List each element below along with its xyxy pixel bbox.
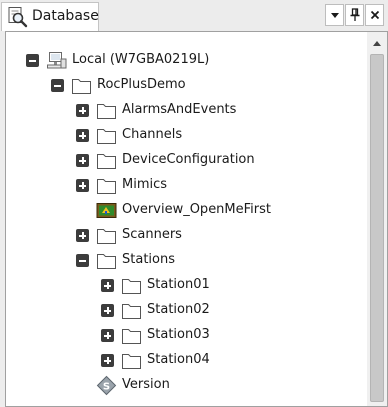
- tree-item-label: Overview_OpenMeFirst: [122, 202, 271, 217]
- close-icon: [370, 10, 379, 20]
- folder-icon: [96, 225, 117, 246]
- pin-icon: [350, 8, 359, 21]
- expand-icon[interactable]: [76, 129, 89, 142]
- tree-item-alarmsandevents[interactable]: AlarmsAndEvents: [6, 99, 366, 121]
- tree-item-mimics[interactable]: Mimics: [6, 174, 366, 196]
- tree-item-station03[interactable]: Station03: [6, 324, 366, 346]
- database-tree[interactable]: Local (W7GBA0219L) RocPlusDemo AlarmsAndEv…: [6, 32, 366, 406]
- tree-item-label: Stations: [122, 252, 175, 267]
- expand-icon[interactable]: [101, 354, 114, 367]
- tree-item-label: Station04: [147, 352, 210, 367]
- tree-item-label: DeviceConfiguration: [122, 152, 255, 167]
- folder-icon: [96, 150, 117, 171]
- dropdown-button[interactable]: [325, 4, 344, 26]
- collapse-icon[interactable]: [51, 79, 64, 92]
- tree-item-rocplusdemo[interactable]: RocPlusDemo: [6, 74, 366, 96]
- folder-icon: [121, 275, 142, 296]
- tab-database[interactable]: Database: [1, 2, 99, 31]
- folder-icon: [71, 75, 92, 96]
- panel-title: Database: [32, 8, 99, 24]
- folder-icon: [121, 300, 142, 321]
- expand-icon[interactable]: [76, 229, 89, 242]
- scroll-up-arrow-icon[interactable]: [367, 36, 387, 50]
- folder-icon: [121, 325, 142, 346]
- tree-item-label: Channels: [122, 127, 183, 142]
- tree-item-label: Mimics: [122, 177, 168, 192]
- tree-item-overview-openmefirst[interactable]: Overview_OpenMeFirst: [6, 199, 366, 221]
- tree-item-stations[interactable]: Stations: [6, 249, 366, 271]
- scroll-thumb[interactable]: [370, 54, 384, 402]
- mimic-icon: [96, 200, 117, 221]
- dropdown-icon: [330, 13, 339, 18]
- tree-item-label: Local (W7GBA0219L): [72, 52, 210, 67]
- collapse-icon[interactable]: [26, 54, 39, 67]
- vertical-scrollbar[interactable]: [367, 32, 387, 406]
- expand-icon[interactable]: [76, 179, 89, 192]
- tree-item-station02[interactable]: Station02: [6, 299, 366, 321]
- computer-icon: [46, 50, 67, 71]
- folder-icon: [121, 350, 142, 371]
- expand-icon[interactable]: [76, 104, 89, 117]
- tree-item-station01[interactable]: Station01: [6, 274, 366, 296]
- database-tree-panel: Local (W7GBA0219L) RocPlusDemo AlarmsAndEv…: [5, 31, 388, 407]
- expand-icon[interactable]: [76, 154, 89, 167]
- tree-item-label: Station02: [147, 302, 210, 317]
- pin-button[interactable]: [345, 4, 364, 26]
- database-search-icon: [8, 7, 28, 28]
- folder-icon: [96, 125, 117, 146]
- tree-item-label: Station01: [147, 277, 210, 292]
- tree-item-local-w7gba0219l[interactable]: Local (W7GBA0219L): [6, 49, 366, 71]
- expand-icon[interactable]: [101, 279, 114, 292]
- folder-icon: [96, 175, 117, 196]
- tree-item-label: Scanners: [122, 227, 182, 242]
- tree-item-scanners[interactable]: Scanners: [6, 224, 366, 246]
- tree-item-label: RocPlusDemo: [97, 77, 186, 92]
- collapse-icon[interactable]: [76, 254, 89, 267]
- version-icon: S: [96, 375, 117, 396]
- folder-icon: [96, 100, 117, 121]
- expand-icon[interactable]: [101, 304, 114, 317]
- tree-item-deviceconfiguration[interactable]: DeviceConfiguration: [6, 149, 366, 171]
- folder-icon: [96, 250, 117, 271]
- close-button[interactable]: [365, 4, 384, 26]
- tree-item-label: Version: [122, 377, 170, 392]
- tree-item-label: Station03: [147, 327, 210, 342]
- tree-item-station04[interactable]: Station04: [6, 349, 366, 371]
- tree-item-channels[interactable]: Channels: [6, 124, 366, 146]
- tree-item-label: AlarmsAndEvents: [122, 102, 237, 117]
- svg-text:S: S: [103, 382, 110, 393]
- expand-icon[interactable]: [101, 329, 114, 342]
- panel-titlebar: Database: [0, 0, 388, 31]
- tree-item-version[interactable]: S Version: [6, 374, 366, 396]
